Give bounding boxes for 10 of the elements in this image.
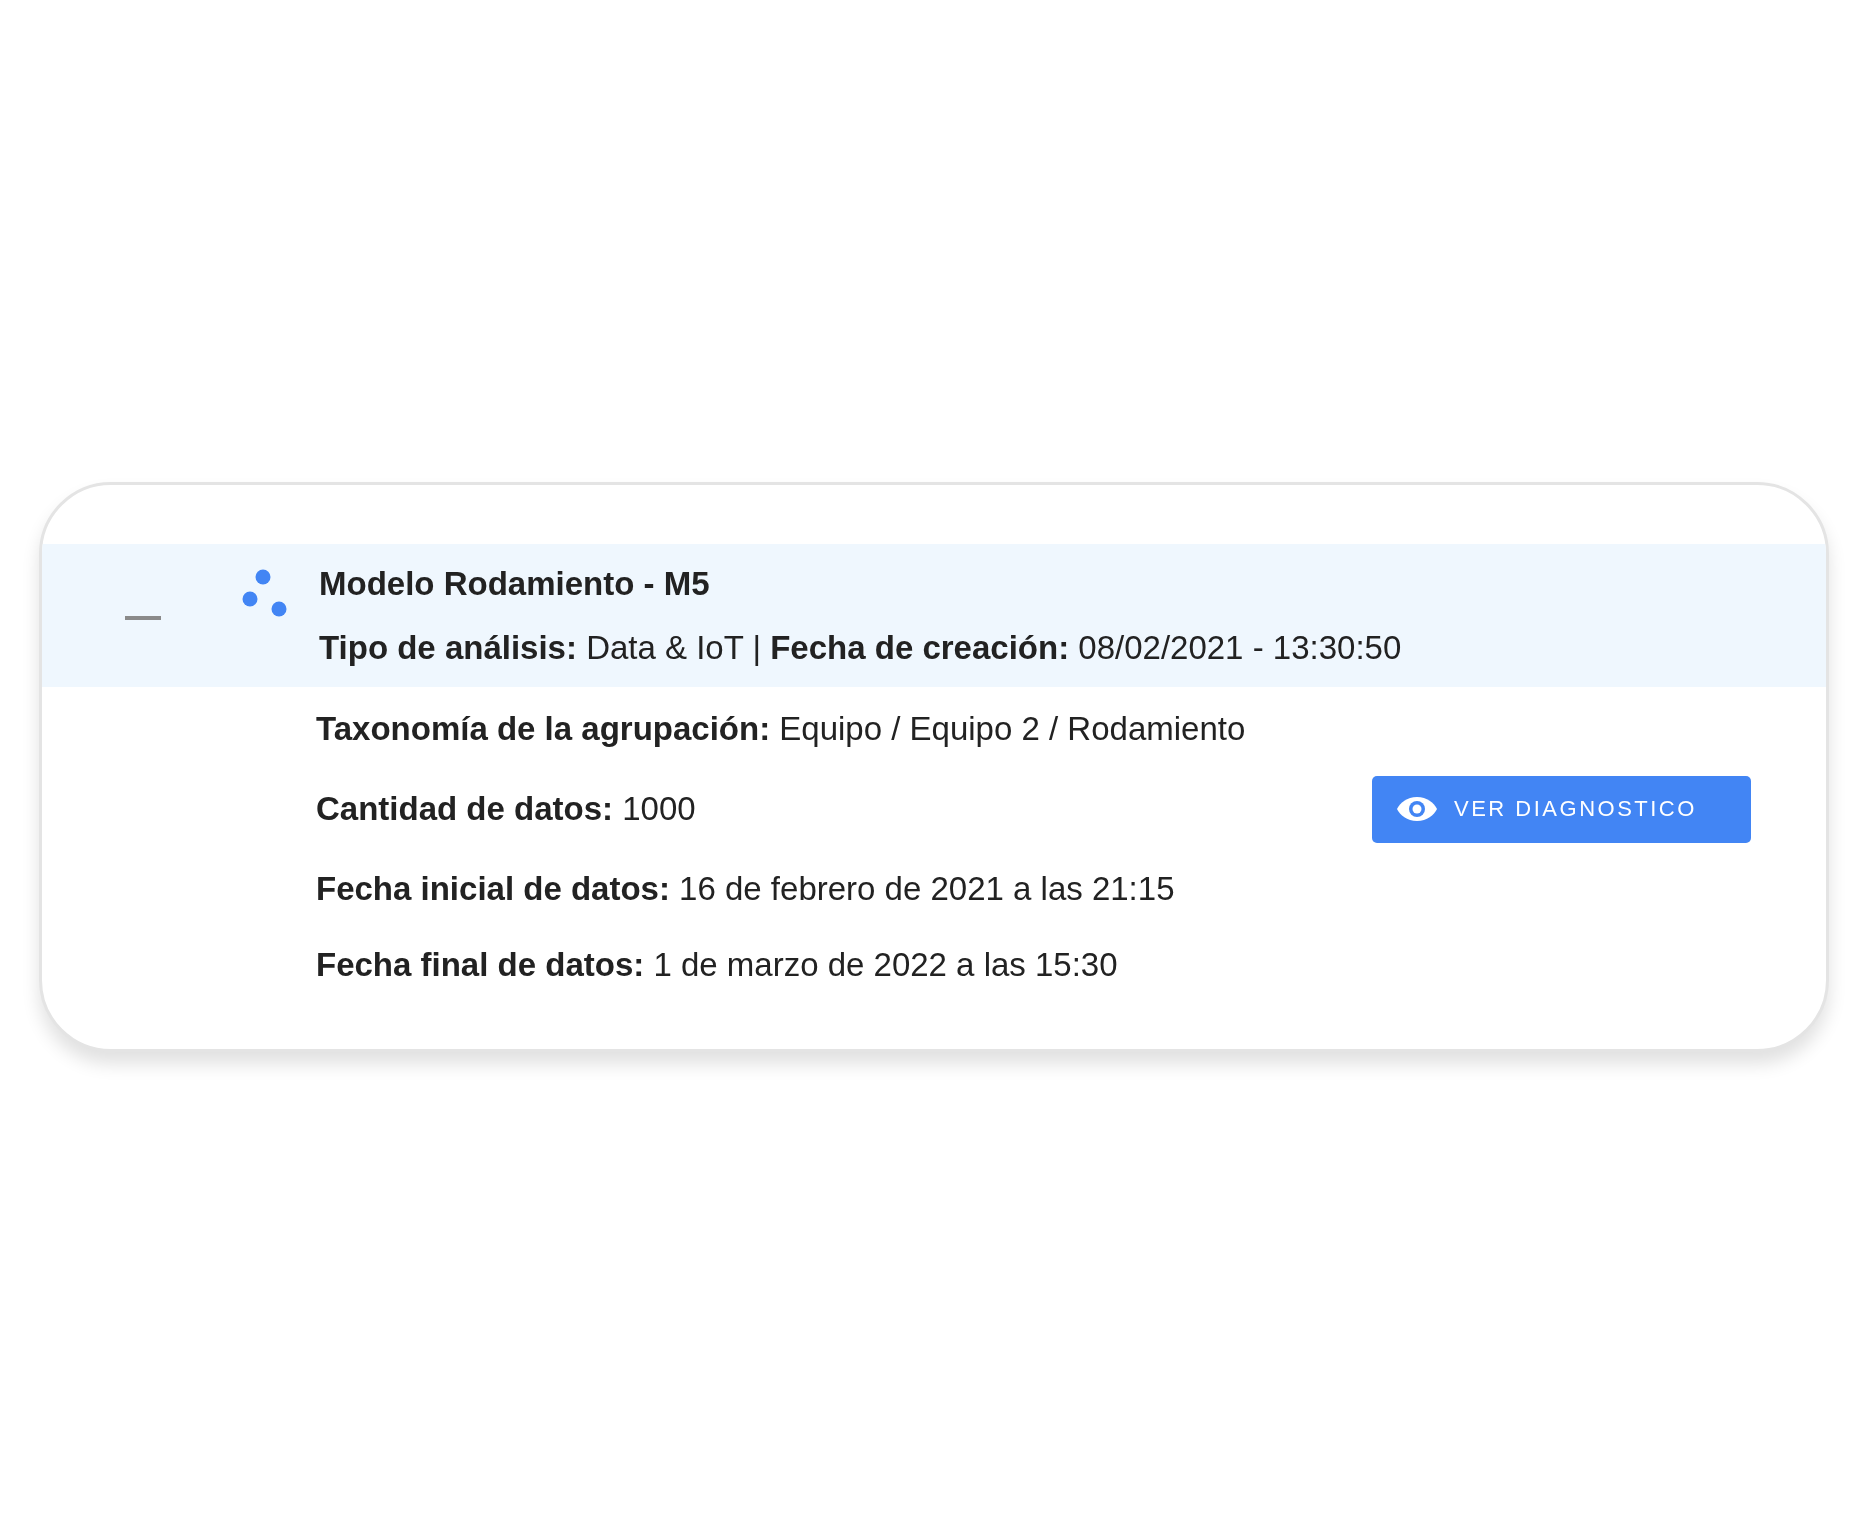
model-summary: Tipo de análisis: Data & IoT | Fecha de creación: 08/02/2021 - 13:30:50: [319, 628, 1402, 668]
detail-text: Fecha inicial de datos: 16 de febrero de 2021 a las 21:15: [316, 869, 1175, 909]
scatter-dots-icon: [242, 569, 288, 619]
detail-text: Cantidad de datos: 1000: [316, 789, 696, 829]
detail-text: Taxonomía de la agrupación: Equipo / Equipo 2 / Rodamiento: [316, 709, 1246, 749]
minus-icon: [125, 616, 161, 620]
eye-icon: [1396, 795, 1438, 823]
model-title: Modelo Rodamiento - M5: [319, 564, 711, 604]
view-diagnostic-button[interactable]: VER DIAGNOSTICO: [1372, 775, 1751, 843]
detail-text: Fecha final de datos: 1 de marzo de 2022 a las 15:30: [316, 945, 1118, 985]
